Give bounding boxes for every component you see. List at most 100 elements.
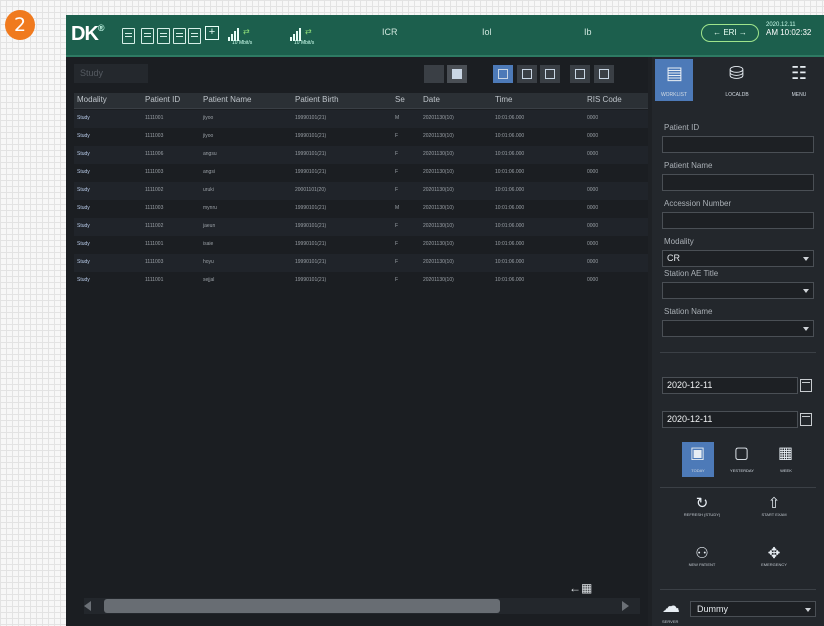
table-cell: Study <box>77 223 90 229</box>
patient-name-label: Patient Name <box>664 161 713 170</box>
table-cell: Study <box>77 151 90 157</box>
table-row[interactable]: Study 1111002 uruki 20001101(20) F 20201130(1… <box>74 182 648 200</box>
generator-status-icon <box>173 28 186 44</box>
start-exam-button[interactable]: ⇧ START EXAM <box>744 494 804 540</box>
calendar-view-button[interactable] <box>540 65 560 83</box>
exam-status-pill[interactable]: ← ERI → <box>701 24 759 42</box>
localdb-mode-button[interactable]: ⛁ LOCALDB <box>718 59 756 101</box>
table-cell: 1111003 <box>145 205 164 211</box>
start-exam-icon: ⇧ <box>767 494 781 512</box>
database-icon: ⛁ <box>729 63 745 84</box>
table-cell: F <box>395 151 399 157</box>
list-options-button[interactable] <box>594 65 614 83</box>
table-cell: 1111006 <box>145 151 164 157</box>
yesterday-range-button[interactable]: ▢ YESTERDAY <box>726 442 758 477</box>
table-cell: 20201130(10) <box>423 187 454 193</box>
modality-select[interactable]: CR <box>662 250 814 267</box>
column-header[interactable]: Patient ID <box>145 95 180 104</box>
emergency-button[interactable]: ✥ EMERGENCY <box>744 544 804 590</box>
column-header[interactable]: Patient Name <box>203 95 251 104</box>
table-row[interactable]: Study 1111003 jiyoo 19990101(21) F 20201130(1… <box>74 128 648 146</box>
table-row[interactable]: Study 1111001 jiyoo 19990101(21) M 20201130(1… <box>74 110 648 128</box>
station-name-select[interactable] <box>662 320 814 337</box>
add-device-icon[interactable]: + <box>205 26 219 40</box>
table-cell: jiyoo <box>203 133 214 139</box>
print-button[interactable] <box>570 65 590 83</box>
search-side-panel: ▤ WORKLIST ⛁ LOCALDB ☷ MENU Patient ID P… <box>652 57 824 626</box>
table-row[interactable]: Study 1111001 isaie 19990101(21) F 20201130(1… <box>74 236 648 254</box>
table-row[interactable]: Study 1111003 hoyu 19990101(21) F 20201130(10… <box>74 254 648 272</box>
date-to-field[interactable]: 2020-12-11 <box>662 411 798 428</box>
toolbar-minus-button[interactable] <box>424 65 444 83</box>
network-speed-label-2: 10 Mbit/s <box>294 40 315 46</box>
server-select[interactable]: Dummy <box>690 601 816 617</box>
scroll-thumb[interactable] <box>104 599 500 613</box>
study-filter-label[interactable]: Study <box>74 64 148 83</box>
list-view-button[interactable] <box>493 65 513 83</box>
column-header[interactable]: RIS Code <box>587 95 622 104</box>
table-cell: mynru <box>203 205 217 211</box>
table-cell: Study <box>77 205 90 211</box>
table-cell: 19990101(21) <box>295 169 327 175</box>
table-cell: 0000 <box>587 223 599 229</box>
storage-status-icon <box>188 28 201 44</box>
date-from-field[interactable]: 2020-12-11 <box>662 377 798 394</box>
patient-name-field[interactable] <box>662 174 814 191</box>
table-cell: 20201130(10) <box>423 241 454 247</box>
column-header[interactable]: Time <box>495 95 512 104</box>
table-cell: isaie <box>203 241 214 247</box>
divider <box>660 352 816 353</box>
table-cell: Study <box>77 241 90 247</box>
transfer-icon[interactable]: ←▦ <box>569 581 601 599</box>
worklist-table-body: Study 1111001 jiyoo 19990101(21) M 20201130(1… <box>74 110 648 290</box>
column-header[interactable]: Patient Birth <box>295 95 339 104</box>
refresh-study-button[interactable]: ↻ REFRESH (STUDY) <box>672 494 732 540</box>
detector-status-icon <box>141 28 154 44</box>
worklist-mode-button[interactable]: ▤ WORKLIST <box>655 59 693 101</box>
accession-number-field[interactable] <box>662 212 814 229</box>
scroll-left-arrow[interactable] <box>84 601 91 611</box>
horizontal-scrollbar[interactable] <box>84 598 640 614</box>
table-cell: 19990101(21) <box>295 115 327 121</box>
table-cell: 19990101(21) <box>295 133 327 139</box>
table-row[interactable]: Study 1111003 angsi 19990101(21) F 20201130(1… <box>74 164 648 182</box>
table-cell: jiyoo <box>203 115 214 121</box>
table-cell: 0000 <box>587 187 599 193</box>
scroll-right-arrow[interactable] <box>622 601 629 611</box>
week-range-button[interactable]: ▦ WEEK <box>770 442 802 477</box>
station-ae-title-select[interactable] <box>662 282 814 299</box>
new-patient-button[interactable]: ⚇ NEW PATIENT <box>672 544 732 590</box>
table-cell: F <box>395 277 399 283</box>
table-cell: jaeun <box>203 223 216 229</box>
column-header[interactable]: Date <box>423 95 440 104</box>
calendar-icon[interactable] <box>800 379 812 392</box>
station-name-label: Station Name <box>664 307 713 316</box>
table-cell: F <box>395 133 399 139</box>
patient-id-field[interactable] <box>662 136 814 153</box>
column-header[interactable]: Modality <box>77 95 107 104</box>
table-cell: 20001101(20) <box>295 187 326 193</box>
today-range-button[interactable]: ▣ TODAY <box>682 442 714 477</box>
table-cell: M <box>395 115 400 121</box>
table-row[interactable]: Study 1111006 angsu 19990101(21) F 20201130(1… <box>74 146 648 164</box>
divider-3 <box>660 589 816 590</box>
table-cell: 10:01:06.000 <box>495 241 525 247</box>
column-header[interactable]: Se <box>395 95 405 104</box>
table-cell: 0000 <box>587 133 599 139</box>
chevron-down-icon <box>803 257 809 261</box>
table-row[interactable]: Study 1111001 sejjal 19990101(21) F 20201130(… <box>74 272 648 290</box>
image-view-button[interactable] <box>517 65 537 83</box>
table-cell: 20201130(10) <box>423 259 454 265</box>
table-cell: 20201130(10) <box>423 169 454 175</box>
toolbar-stop-button[interactable] <box>447 65 467 83</box>
worklist-panel: Study Modality Patient ID Patient Name Pati… <box>66 57 648 626</box>
table-row[interactable]: Study 1111002 jaeun 19990101(21) F 20201130(1… <box>74 218 648 236</box>
menu-mode-button[interactable]: ☷ MENU <box>780 59 818 101</box>
worklist-icon: ▤ <box>666 63 684 84</box>
calendar-icon-2[interactable] <box>800 413 812 426</box>
cloud-icon[interactable]: ☁ <box>662 597 688 617</box>
table-cell: 19990101(21) <box>295 277 327 283</box>
table-cell: 1111001 <box>145 277 164 283</box>
table-cell: hoyu <box>203 259 214 265</box>
table-row[interactable]: Study 1111003 mynru 19990101(21) M 20201130(1… <box>74 200 648 218</box>
